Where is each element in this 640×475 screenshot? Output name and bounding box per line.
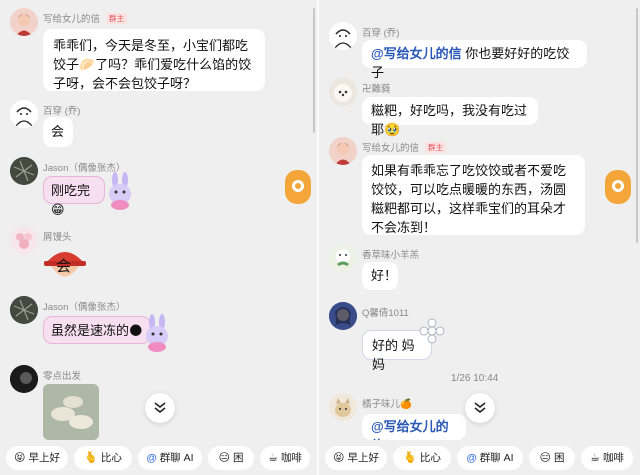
scrollbar[interactable] xyxy=(636,8,638,243)
quick-reply-chip[interactable]: 😑 困 xyxy=(208,446,254,470)
avatar[interactable] xyxy=(10,365,38,393)
quick-reply-chip[interactable]: 🫰 比心 xyxy=(74,446,132,470)
floating-assistant-icon[interactable] xyxy=(285,170,311,204)
sender-name: 香草味小羊羔 xyxy=(362,250,420,261)
quick-reply-chip[interactable]: 😝 早上好 xyxy=(325,446,387,470)
avatar[interactable] xyxy=(329,244,357,272)
double-chevron-down-icon xyxy=(474,402,486,414)
message-text: 如果有乖乖忘了吃饺饺或者不爱吃饺饺，可以吃点暖暖的东西，汤圆糍粑都可以，这样乖宝… xyxy=(371,163,567,235)
avatar[interactable] xyxy=(329,78,357,106)
message-text: 刚吃完😁 xyxy=(51,183,91,217)
message-bubble[interactable]: 乖乖们，今天是冬至，小宝们都吃饺子🥟了吗？乖们爱吃什么馅的饺子呀，会不会包饺子呀… xyxy=(43,29,265,91)
message-text: 会 xyxy=(51,124,65,139)
at-icon: @ xyxy=(466,452,477,464)
avatar[interactable] xyxy=(10,8,38,36)
message-bubble[interactable]: 如果有乖乖忘了吃饺饺或者不爱吃饺饺，可以吃点暖暖的东西，汤圆糍粑都可以，这样乖宝… xyxy=(362,155,585,235)
quick-reply-chip[interactable]: ☕ 咖啡 xyxy=(581,446,633,470)
avatar[interactable] xyxy=(10,226,38,254)
quick-reply-chip[interactable]: 😝 早上好 xyxy=(6,446,68,470)
quick-reply-bar: 😝 早上好 🫰 比心 @ 群聊 AI 😑 困 ☕ 咖啡 xyxy=(0,440,317,475)
finger-heart-icon: 🫰 xyxy=(84,452,98,464)
sender-name: Jason（偶像张杰） xyxy=(43,302,126,313)
avatar[interactable] xyxy=(10,100,38,128)
hat-character-sticker[interactable]: 会 xyxy=(43,245,87,290)
avatar[interactable] xyxy=(329,22,357,50)
sender-name: 零点出发 xyxy=(43,371,82,382)
quick-reply-chip-ai[interactable]: @ 群聊 AI xyxy=(457,446,523,470)
avatar[interactable] xyxy=(329,393,357,421)
sender-name: 屑馒头 xyxy=(43,232,72,243)
finger-heart-icon: 🫰 xyxy=(403,452,417,464)
sleepy-face-icon: 😑 xyxy=(218,452,230,464)
sender-name: 卍難蕤 xyxy=(362,84,391,95)
image-message[interactable] xyxy=(43,384,99,440)
message-text: 好的 妈妈 xyxy=(372,338,415,372)
mention-link[interactable]: @写给女儿的信 xyxy=(371,46,462,61)
message-bubble[interactable]: 刚吃完😁 xyxy=(43,176,105,217)
sender-name: 百穿 (乔) xyxy=(43,106,81,117)
quick-reply-chip[interactable]: 😑 困 xyxy=(529,446,575,470)
sender-name: Q馨倩1011 xyxy=(362,308,409,319)
flower-sticker xyxy=(419,318,445,349)
message-timestamp: 1/26 10:44 xyxy=(451,373,499,384)
message-bubble[interactable]: 会 xyxy=(43,117,73,147)
quick-reply-chip-ai[interactable]: @ 群聊 AI xyxy=(138,446,202,470)
scroll-to-bottom-button[interactable] xyxy=(145,393,175,423)
avatar[interactable] xyxy=(10,157,38,185)
at-icon: @ xyxy=(146,452,157,464)
message-text: 虽然是速冻的🌑 xyxy=(51,323,143,338)
avatar[interactable] xyxy=(329,137,357,165)
avatar[interactable] xyxy=(329,302,357,330)
sender-name: 百穿 (乔) xyxy=(362,28,400,39)
sleepy-face-icon: 😑 xyxy=(539,452,551,464)
message-text: 好！ xyxy=(371,268,398,283)
message-text: 糍粑，好吃吗，我没有吃过耶🥹 xyxy=(371,103,528,137)
sender-name: 橘子味儿🍊 xyxy=(362,399,412,410)
grinning-squint-icon: 😝 xyxy=(333,452,345,464)
scroll-to-bottom-button[interactable] xyxy=(465,393,495,423)
message-bubble[interactable]: 好！ xyxy=(362,262,398,290)
message-bubble[interactable]: 虽然是速冻的🌑 xyxy=(43,316,151,344)
message-bubble[interactable]: @写给女儿的信 你也要好好的吃饺子 xyxy=(362,40,587,80)
sender-name: 写给女儿的信 群主 xyxy=(362,140,447,154)
message-bubble[interactable]: 糍粑，好吃吗，我没有吃过耶🥹 xyxy=(362,97,538,137)
owner-badge: 群主 xyxy=(425,142,447,153)
quick-reply-chip[interactable]: 🫰 比心 xyxy=(393,446,451,470)
message-text: 乖乖们，今天是冬至，小宝们都吃饺子🥟了吗？乖们爱吃什么馅的饺子呀，会不会包饺子呀… xyxy=(53,38,252,91)
floating-assistant-icon[interactable] xyxy=(605,170,631,204)
bunny-sticker xyxy=(103,172,139,215)
sender-name: 写给女儿的信 群主 xyxy=(43,11,128,25)
right-chat-pane[interactable]: 百穿 (乔) @写给女儿的信 你也要好好的吃饺子 卍難蕤 糍粑，好吃吗，我没有吃… xyxy=(319,0,640,475)
scrollbar[interactable] xyxy=(313,8,315,133)
owner-badge: 群主 xyxy=(106,13,128,24)
coffee-icon: ☕ xyxy=(268,452,278,464)
left-chat-pane[interactable]: 写给女儿的信 群主 乖乖们，今天是冬至，小宝们都吃饺子🥟了吗？乖们爱吃什么馅的饺子… xyxy=(0,0,317,475)
double-chevron-down-icon xyxy=(154,402,166,414)
message-bubble[interactable]: @写给女儿的信 xyxy=(362,414,466,453)
bunny-sticker xyxy=(140,314,176,357)
coffee-icon: ☕ xyxy=(590,452,600,464)
quick-reply-chip[interactable]: ☕ 咖啡 xyxy=(260,446,310,470)
grinning-squint-icon: 😝 xyxy=(14,452,26,464)
sticker-text: 会 xyxy=(56,258,72,275)
quick-reply-bar: 😝 早上好 🫰 比心 @ 群聊 AI 😑 困 ☕ 咖啡 xyxy=(319,440,640,475)
avatar[interactable] xyxy=(10,296,38,324)
